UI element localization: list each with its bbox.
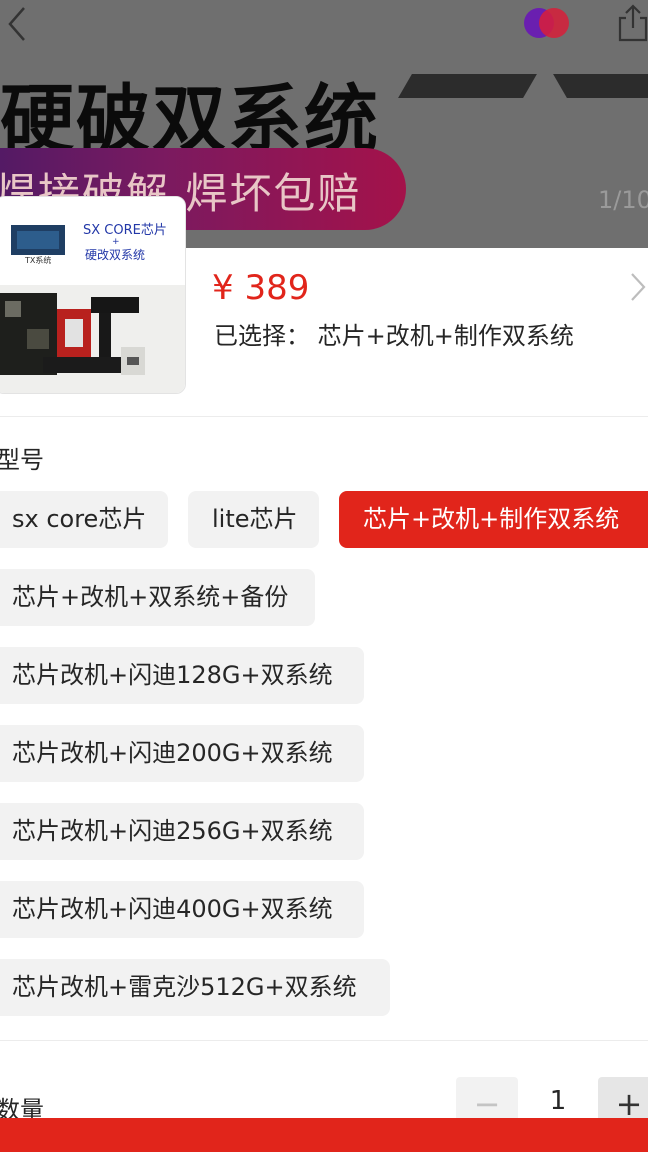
share-icon xyxy=(618,4,648,42)
banner-decoration xyxy=(398,74,537,98)
option-sx-core-chip[interactable]: sx core芯片 xyxy=(0,491,168,548)
option-sandisk-128g[interactable]: 芯片改机+闪迪128G+双系统 xyxy=(0,647,364,704)
divider xyxy=(0,416,648,417)
option-chip-mod-dual-system[interactable]: 芯片+改机+制作双系统 xyxy=(339,491,648,548)
share-button[interactable] xyxy=(616,2,648,44)
brand-icon[interactable] xyxy=(522,6,572,40)
chevron-left-icon xyxy=(8,7,25,41)
thumb-plus: + xyxy=(112,237,120,247)
price-label: ¥ 389 xyxy=(212,268,310,308)
chevron-right-icon xyxy=(631,273,646,301)
selected-label: 已选择： xyxy=(214,322,310,350)
divider xyxy=(0,1040,648,1041)
thumb-board-tag: TX系统 xyxy=(24,255,51,265)
confirm-button[interactable] xyxy=(0,1118,648,1152)
model-section-title: 型号 xyxy=(0,446,44,474)
thumb-chip-label: SX CORE芯片 xyxy=(83,223,167,238)
thumb-mod-label: 硬改双系统 xyxy=(85,248,145,262)
selection-summary: 已选择： 芯片+改机+制作双系统 xyxy=(214,316,574,351)
close-sheet-button[interactable] xyxy=(628,270,648,304)
option-lite-chip[interactable]: lite芯片 xyxy=(188,491,319,548)
product-thumbnail[interactable]: TX系统 SX CORE芯片 + 硬改双系统 xyxy=(0,196,186,394)
banner-pager: 1/10 xyxy=(598,186,648,214)
quantity-value[interactable]: 1 xyxy=(520,1086,596,1116)
banner-decoration xyxy=(553,74,648,98)
option-sandisk-256g[interactable]: 芯片改机+闪迪256G+双系统 xyxy=(0,803,364,860)
selected-value: 芯片+改机+制作双系统 xyxy=(317,322,574,350)
option-sandisk-400g[interactable]: 芯片改机+闪迪400G+双系统 xyxy=(0,881,364,938)
back-button[interactable] xyxy=(4,4,44,44)
option-chip-mod-dual-backup[interactable]: 芯片+改机+双系统+备份 xyxy=(0,569,315,626)
option-lexar-512g[interactable]: 芯片改机+雷克沙512G+双系统 xyxy=(0,959,390,1016)
option-sandisk-200g[interactable]: 芯片改机+闪迪200G+双系统 xyxy=(0,725,364,782)
